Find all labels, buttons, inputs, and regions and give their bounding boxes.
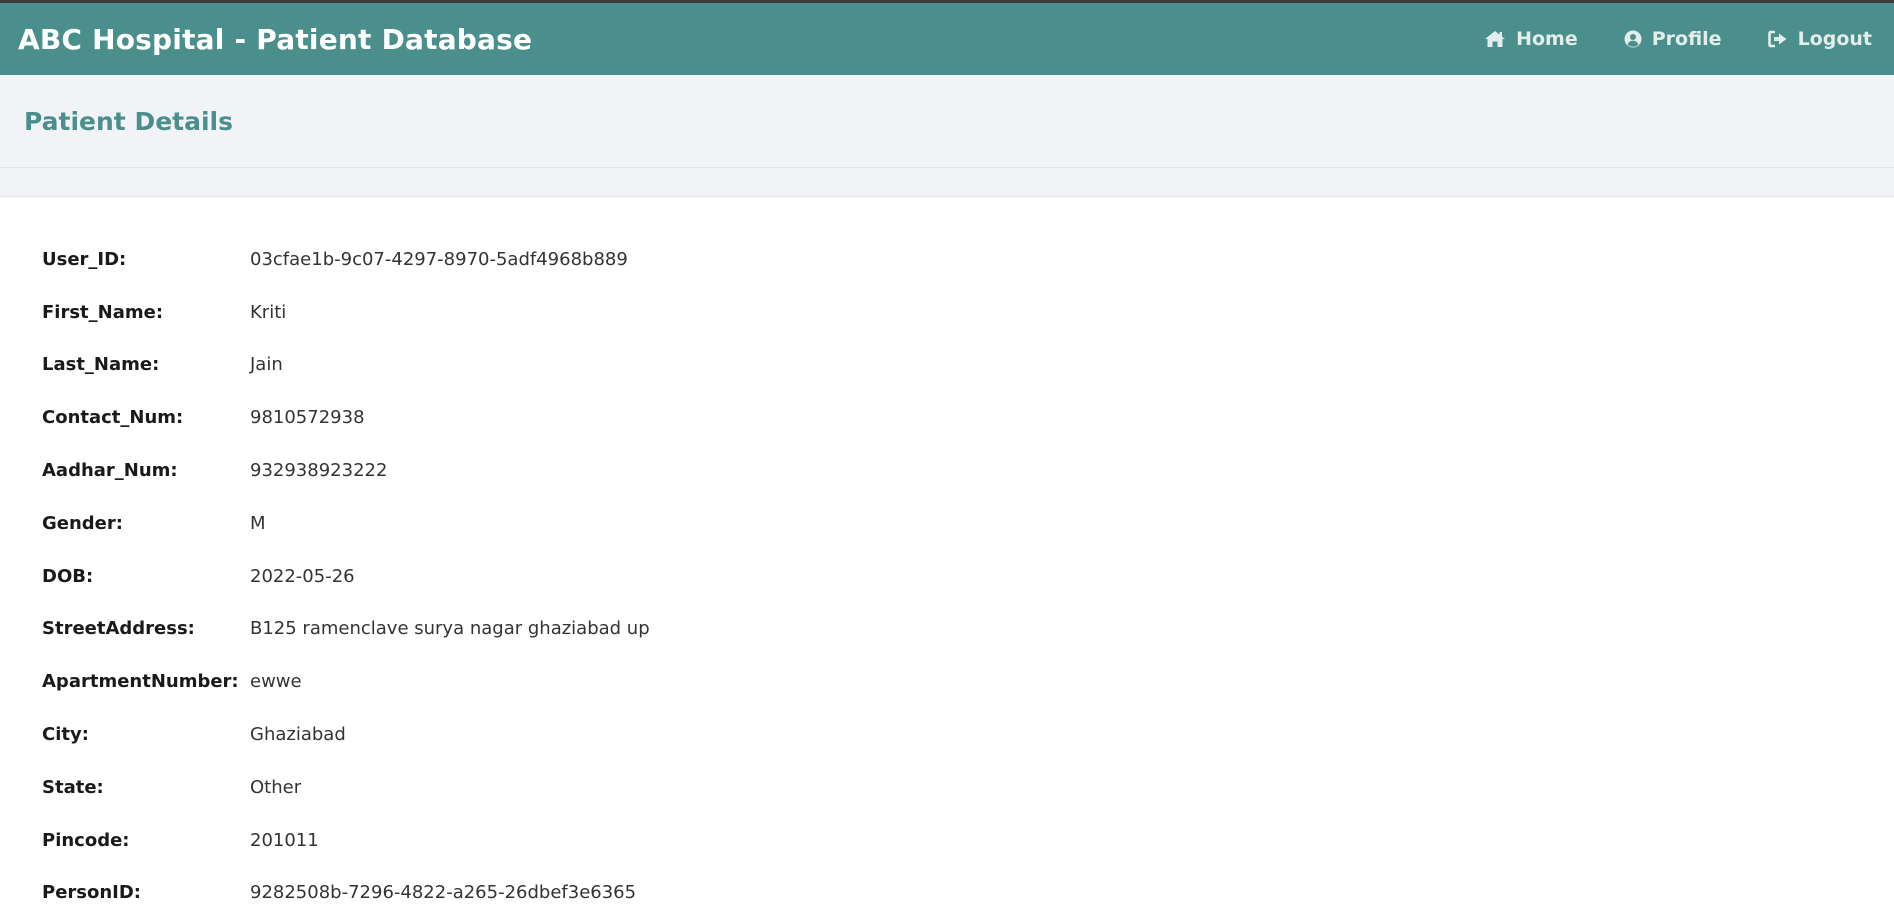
detail-row-aadhar-num: Aadhar_Num: 932938923222 [42, 444, 1894, 497]
field-label: Last_Name: [42, 354, 160, 376]
patient-details: User_ID: 03cfae1b-9c07-4297-8970-5adf496… [0, 197, 1894, 905]
field-value: B125 ramenclave surya nagar ghaziabad up [250, 618, 650, 640]
field-value: 9282508b-7296-4822-a265-26dbef3e6365 [250, 882, 637, 904]
field-value: Kriti [250, 301, 287, 323]
field-label: Pincode: [42, 829, 130, 851]
detail-row-gender: Gender: M [42, 497, 1894, 550]
field-label: Gender: [42, 512, 123, 534]
nav-home-link[interactable]: Home [1484, 28, 1578, 50]
detail-row-city: City: Ghaziabad [42, 708, 1894, 761]
field-value: Other [250, 776, 302, 798]
nav-links: Home Profile Logout [1484, 28, 1872, 50]
detail-row-dob: DOB: 2022-05-26 [42, 550, 1894, 603]
field-value: 201011 [250, 829, 319, 851]
field-value: M [250, 512, 266, 534]
detail-row-pincode: Pincode: 201011 [42, 814, 1894, 867]
detail-row-person-id: PersonID: 9282508b-7296-4822-a265-26dbef… [42, 867, 1894, 905]
field-label: StreetAddress: [42, 618, 195, 640]
field-label: DOB: [42, 565, 94, 587]
app-title[interactable]: ABC Hospital - Patient Database [18, 23, 532, 56]
field-label: User_ID: [42, 248, 127, 270]
field-value: Jain [250, 354, 283, 376]
user-circle-icon [1624, 30, 1642, 48]
header-divider [0, 168, 1894, 197]
field-value: 03cfae1b-9c07-4297-8970-5adf4968b889 [250, 248, 628, 270]
field-value: 9810572938 [250, 407, 365, 429]
field-value: 2022-05-26 [250, 565, 355, 587]
nav-profile-link[interactable]: Profile [1624, 28, 1722, 50]
field-label: Contact_Num: [42, 407, 184, 429]
nav-logout-link[interactable]: Logout [1767, 28, 1872, 50]
field-value: ewwe [250, 671, 302, 693]
nav-logout-label: Logout [1797, 28, 1872, 50]
detail-row-last-name: Last_Name: Jain [42, 339, 1894, 392]
detail-row-first-name: First_Name: Kriti [42, 286, 1894, 339]
navbar: ABC Hospital - Patient Database Home Pro… [0, 3, 1894, 75]
home-icon [1484, 30, 1506, 48]
detail-row-contact-num: Contact_Num: 9810572938 [42, 391, 1894, 444]
field-label: State: [42, 776, 104, 798]
field-label: First_Name: [42, 301, 164, 323]
page-header: Patient Details [0, 75, 1894, 168]
nav-home-label: Home [1516, 28, 1578, 50]
field-label: ApartmentNumber: [42, 671, 239, 693]
field-label: PersonID: [42, 882, 142, 904]
field-value: Ghaziabad [250, 724, 346, 746]
sign-out-icon [1767, 30, 1788, 48]
field-label: City: [42, 724, 89, 746]
detail-row-apartment-number: ApartmentNumber: ewwe [42, 655, 1894, 708]
nav-profile-label: Profile [1651, 28, 1722, 50]
field-label: Aadhar_Num: [42, 460, 178, 482]
page-title: Patient Details [24, 106, 233, 136]
detail-row-street-address: StreetAddress: B125 ramenclave surya nag… [42, 603, 1894, 656]
detail-row-state: State: Other [42, 761, 1894, 814]
detail-row-user-id: User_ID: 03cfae1b-9c07-4297-8970-5adf496… [42, 233, 1894, 286]
field-value: 932938923222 [250, 460, 388, 482]
